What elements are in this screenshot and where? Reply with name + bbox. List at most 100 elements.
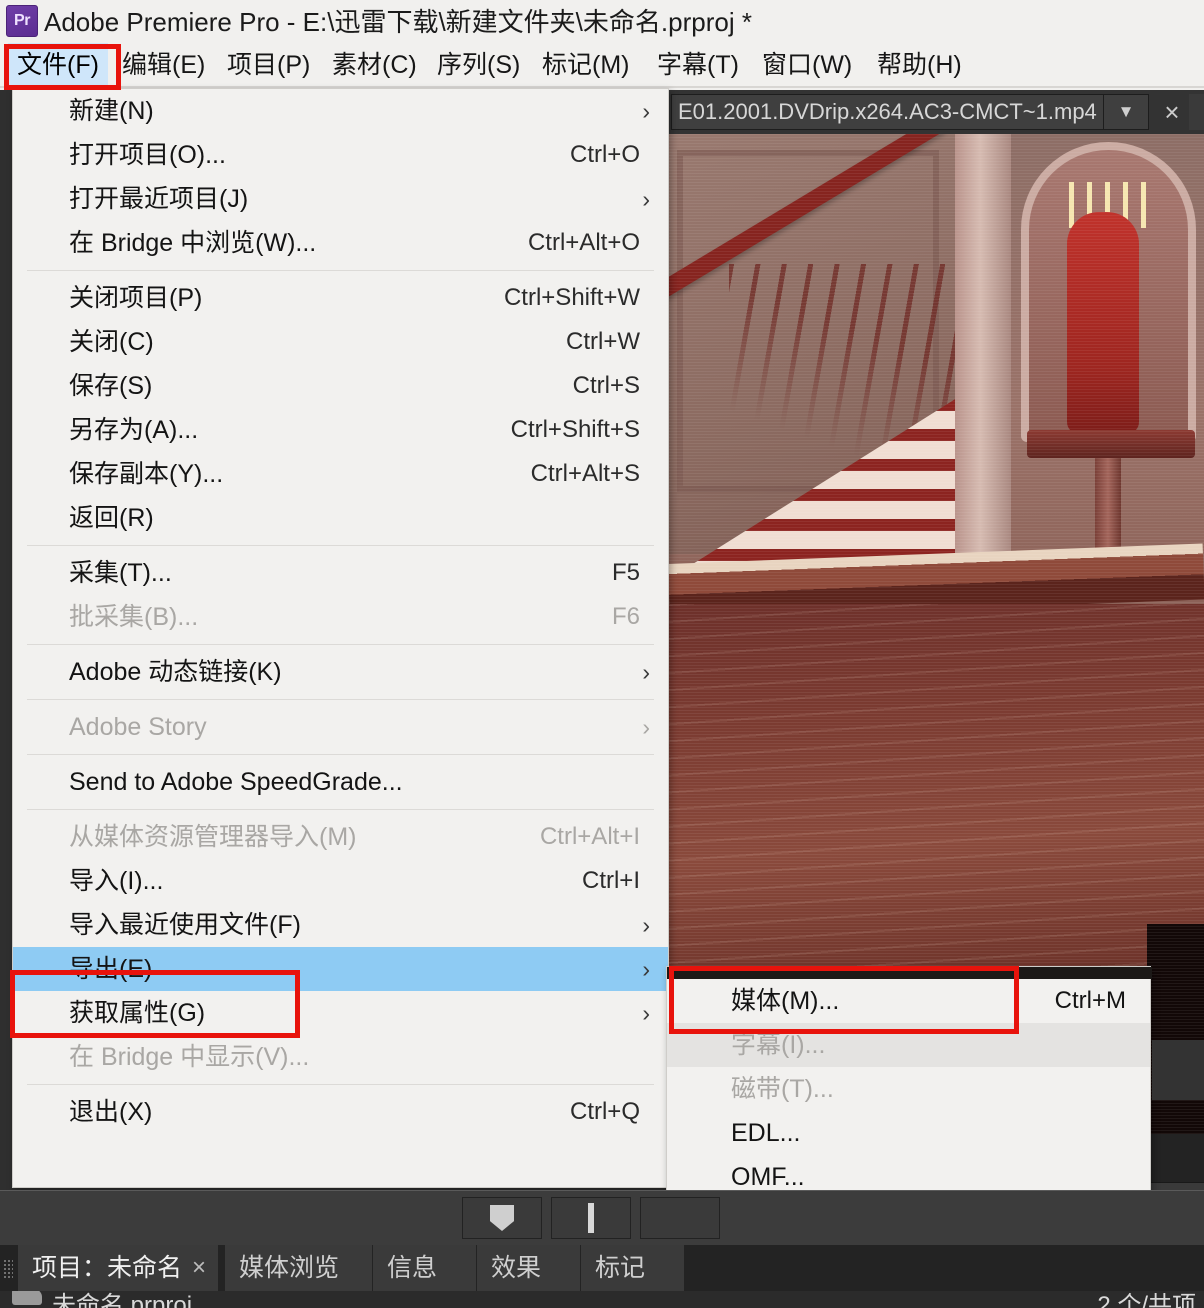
premiere-pro-logo-icon: Pr <box>6 5 38 37</box>
menu-item-label: Send to Adobe SpeedGrade... <box>69 768 403 796</box>
menubar-item-3[interactable]: 项目(P) <box>218 43 319 88</box>
file-menu-item-17[interactable]: 导入(I)... Ctrl+I <box>13 859 668 903</box>
menu-item-shortcut: Ctrl+S <box>572 372 640 399</box>
chevron-right-icon: › <box>642 912 650 938</box>
monitor-button-strip <box>0 1190 1204 1246</box>
file-menu-item-3[interactable]: 打开最近项目(J) › <box>13 177 668 221</box>
menu-item-shortcut: F6 <box>611 603 640 630</box>
submenu-item-label: 字幕(I)... <box>731 1031 826 1059</box>
file-menu-item-7[interactable]: 保存(S) Ctrl+S <box>13 364 668 408</box>
menu-item-label: 在 Bridge 中浏览(W)... <box>69 229 317 257</box>
close-icon[interactable]: × <box>1159 99 1185 125</box>
menu-separator <box>27 644 654 645</box>
chevron-down-icon[interactable]: ▼ <box>1103 95 1148 129</box>
bottom-panel: 项目：未命名 × 媒体浏览 信息 效果 标记 未命名.prproj 2 个/共项 <box>0 1190 1204 1308</box>
submenu-item-label: 媒体(M)... <box>731 987 840 1015</box>
extra-button[interactable] <box>640 1197 720 1239</box>
export-submenu-item-2: 字幕(I)... <box>667 1023 1150 1067</box>
file-menu-item-12: 批采集(B)... F6 <box>13 595 668 639</box>
chevron-right-icon: › <box>642 98 650 124</box>
menu-separator <box>27 270 654 271</box>
submenu-top-shadow <box>667 967 1152 979</box>
adjacent-tab[interactable] <box>1189 94 1204 130</box>
menu-bar: 文件(F) 编辑(E) 项目(P) 素材(C) 序列(S) 标记(M) 字幕(T) 窗口(W)… <box>0 43 1204 88</box>
file-menu-item-5[interactable]: 关闭项目(P) Ctrl+Shift+W <box>13 276 668 320</box>
chevron-right-icon: › <box>642 659 650 685</box>
file-menu-item-9[interactable]: 保存副本(Y)... Ctrl+Alt+S <box>13 452 668 496</box>
menubar-item-9[interactable]: 帮助(H) <box>868 43 971 88</box>
source-clip-tab[interactable]: E01.2001.DVDrip.x264.AC3-CMCT~1.mp4 ▼ <box>671 94 1149 130</box>
menubar-item-4[interactable]: 素材(C) <box>323 43 426 88</box>
menu-item-label: 导入(I)... <box>69 867 164 895</box>
menu-item-label: 批采集(B)... <box>69 603 199 631</box>
menu-item-label: 退出(X) <box>69 1098 153 1126</box>
file-menu-item-2[interactable]: 打开项目(O)... Ctrl+O <box>13 133 668 177</box>
submenu-item-label: 磁带(T)... <box>731 1075 834 1103</box>
submenu-item-label: EDL... <box>731 1119 801 1147</box>
panel-tab-5[interactable]: 标记 <box>580 1245 684 1291</box>
project-file-icon <box>12 1291 42 1305</box>
export-submenu-item-4[interactable]: EDL... <box>667 1111 1150 1155</box>
menu-item-label: 另存为(A)... <box>69 416 199 444</box>
menu-item-label: 采集(T)... <box>69 559 172 587</box>
menu-item-shortcut: Ctrl+Q <box>569 1098 640 1125</box>
menu-separator <box>27 809 654 810</box>
file-menu-item-10[interactable]: 返回(R) <box>13 496 668 540</box>
menubar-item-1[interactable]: 文件(F) <box>8 43 108 88</box>
panel-drag-grip[interactable] <box>3 1259 13 1279</box>
file-dropdown-menu: 新建(N) › 打开项目(O)... Ctrl+O 打开最近项目(J) › 在 Bridge… <box>12 88 669 1188</box>
menu-item-label: Adobe Story <box>69 713 207 741</box>
source-monitor-tabbar: E01.2001.DVDrip.x264.AC3-CMCT~1.mp4 ▼ × <box>669 90 1204 134</box>
panel-tab-1[interactable]: 项目：未命名 <box>18 1245 218 1291</box>
menu-item-shortcut: Ctrl+Alt+S <box>530 460 640 487</box>
menu-item-label: 在 Bridge 中显示(V)... <box>69 1043 310 1071</box>
file-menu-item-20[interactable]: 获取属性(G) › <box>13 991 668 1035</box>
keyframe-button[interactable] <box>551 1197 631 1239</box>
marker-button[interactable] <box>462 1197 542 1239</box>
file-menu-item-8[interactable]: 另存为(A)... Ctrl+Shift+S <box>13 408 668 452</box>
menu-item-label: 导出(E) <box>69 955 153 983</box>
menubar-item-6[interactable]: 标记(M) <box>533 43 638 88</box>
menu-item-label: 打开最近项目(J) <box>69 185 249 213</box>
menu-item-shortcut: Ctrl+W <box>566 328 640 355</box>
panel-tab-2[interactable]: 媒体浏览 <box>224 1245 372 1291</box>
file-menu-item-4[interactable]: 在 Bridge 中浏览(W)... Ctrl+Alt+O <box>13 221 668 265</box>
panel-tab-4[interactable]: 效果 <box>476 1245 580 1291</box>
menu-item-shortcut: Ctrl+Shift+W <box>503 284 640 311</box>
menu-item-label: 新建(N) <box>69 97 154 125</box>
file-menu-item-11[interactable]: 采集(T)... F5 <box>13 551 668 595</box>
menu-item-shortcut: Ctrl+Alt+I <box>539 823 640 850</box>
menu-item-label: 从媒体资源管理器导入(M) <box>69 823 357 851</box>
file-menu-item-22[interactable]: 退出(X) Ctrl+Q <box>13 1090 668 1134</box>
menubar-item-7[interactable]: 字幕(T) <box>648 43 748 88</box>
menubar-item-5[interactable]: 序列(S) <box>428 43 529 88</box>
submenu-item-shortcut: Ctrl+M <box>1054 987 1126 1014</box>
menu-separator <box>27 1084 654 1085</box>
file-menu-item-6[interactable]: 关闭(C) Ctrl+W <box>13 320 668 364</box>
file-menu-item-16: 从媒体资源管理器导入(M) Ctrl+Alt+I <box>13 815 668 859</box>
menubar-item-2[interactable]: 编辑(E) <box>113 43 214 88</box>
file-menu-item-19[interactable]: 导出(E) › <box>13 947 668 991</box>
file-menu-item-1[interactable]: 新建(N) › <box>13 89 668 133</box>
panel-tab-3[interactable]: 信息 <box>372 1245 476 1291</box>
right-panel-strip <box>1152 1040 1204 1100</box>
chevron-right-icon: › <box>642 956 650 982</box>
window-title: Adobe Premiere Pro - E:\迅雷下载\新建文件夹\未命名.p… <box>44 7 752 37</box>
menu-item-label: 保存副本(Y)... <box>69 460 224 488</box>
file-menu-item-13[interactable]: Adobe 动态链接(K) › <box>13 650 668 694</box>
file-menu-item-14: Adobe Story › <box>13 705 668 749</box>
chevron-right-icon: › <box>642 714 650 740</box>
menu-item-label: 获取属性(G) <box>69 999 206 1027</box>
file-menu-item-15[interactable]: Send to Adobe SpeedGrade... <box>13 760 668 804</box>
chevron-right-icon: › <box>642 1000 650 1026</box>
menubar-item-8[interactable]: 窗口(W) <box>753 43 861 88</box>
menu-item-label: 保存(S) <box>69 372 153 400</box>
menu-item-shortcut: Ctrl+I <box>581 867 640 894</box>
export-submenu-item-1[interactable]: 媒体(M)... Ctrl+M <box>667 979 1150 1023</box>
file-menu-item-18[interactable]: 导入最近使用文件(F) › <box>13 903 668 947</box>
marker-icon <box>490 1205 514 1231</box>
menu-item-shortcut: Ctrl+Alt+O <box>527 229 640 256</box>
menu-item-shortcut: Ctrl+O <box>569 141 640 168</box>
source-clip-tab-label: E01.2001.DVDrip.x264.AC3-CMCT~1.mp4 <box>678 99 1097 124</box>
tab-close-icon[interactable]: × <box>192 1245 206 1291</box>
